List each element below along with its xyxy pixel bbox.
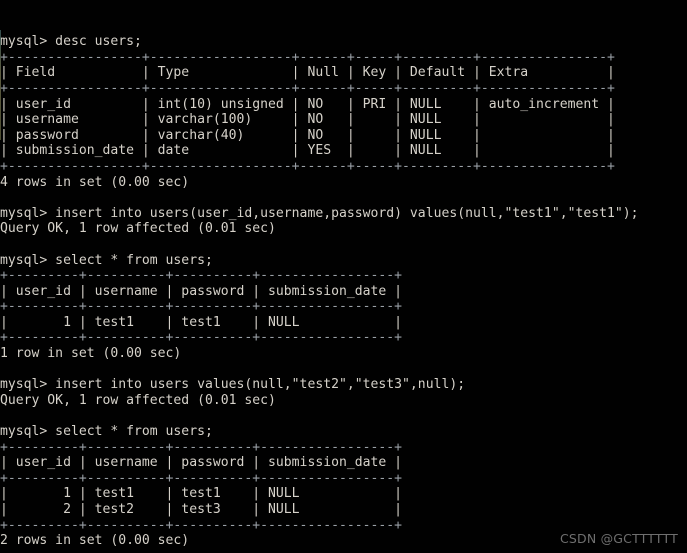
terminal-line: | 2 | test2 | test3 | NULL | [0,502,403,517]
terminal-line: mysql> select * from users; [0,252,213,268]
terminal-line: | user_id | int(10) unsigned | NO | PRI … [0,96,615,112]
terminal-line: | user_id | username | password | submis… [0,455,403,471]
terminal-line: | password | varchar(40) | NO | | NULL |… [0,127,615,143]
terminal-line: +---------+----------+----------+-------… [0,330,403,346]
terminal-line: mysql> insert into users values(null,"te… [0,377,466,393]
terminal-line: +-----------------+------------------+--… [0,158,615,174]
terminal-line: | user_id | username | password | submis… [0,283,403,299]
terminal-line: | 1 | test1 | test1 | NULL | [0,486,403,502]
terminal-line: mysql> select * from users; [0,424,213,440]
terminal-line: +-----------------+------------------+--… [0,80,615,96]
terminal-line: +-----------------+------------------+--… [0,49,615,65]
terminal-line: | submission_date | date | YES | | NULL … [0,143,615,159]
terminal-line: +---------+----------+----------+-------… [0,470,403,486]
terminal-line: 4 rows in set (0.00 sec) [0,174,190,190]
terminal-line: 1 row in set (0.00 sec) [0,346,182,362]
terminal-line: | 1 | test1 | test1 | NULL | [0,314,403,330]
terminal-line: +---------+----------+----------+-------… [0,299,403,315]
terminal-line: Query OK, 1 row affected (0.01 sec) [0,392,276,408]
terminal-line: +---------+----------+----------+-------… [0,439,403,455]
watermark-label: CSDN @GCTTTTTT [559,531,678,546]
terminal-output: mysql> desc users; +-----------------+---… [0,34,687,549]
terminal-line: Query OK, 1 row affected (0.01 sec) [0,221,276,237]
terminal-console[interactable]: mysql> desc users; +-----------------+---… [0,0,687,553]
terminal-line: mysql> desc users; [0,34,142,50]
terminal-line: mysql> insert into users(user_id,usernam… [0,205,639,221]
terminal-line: | username | varchar(100) | NO | | NULL … [0,112,615,128]
terminal-line: +---------+----------+----------+-------… [0,268,403,284]
terminal-line: | Field | Type | Null | Key | Default | … [0,65,615,81]
left-edge-scroll-artifact [0,30,1,140]
